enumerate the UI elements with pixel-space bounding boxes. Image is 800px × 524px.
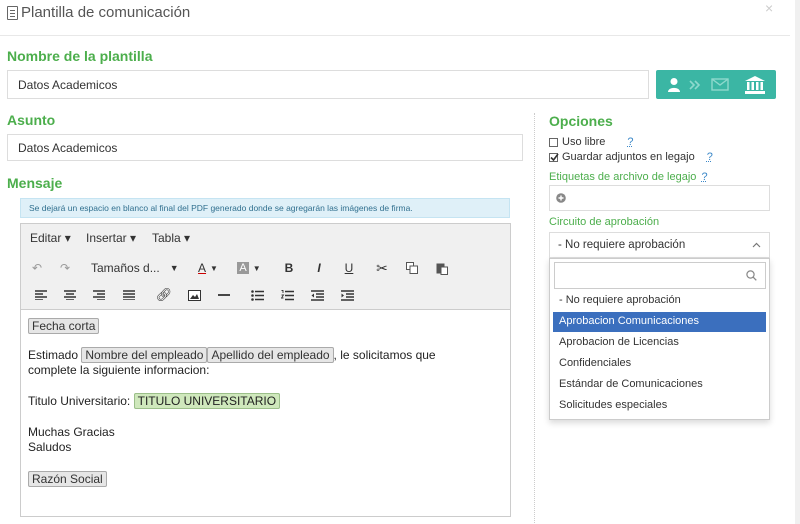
info-notice: Se dejará un espacio en blanco al final … [20, 198, 510, 218]
dialog-title: Plantilla de comunicación [21, 4, 191, 21]
help-icon[interactable]: ? [627, 136, 633, 148]
redo-icon[interactable]: ↷ [55, 258, 75, 278]
bold-icon[interactable]: B [279, 258, 299, 278]
plus-circle-icon[interactable] [556, 193, 566, 203]
numbered-list-icon[interactable] [277, 286, 297, 304]
merge-tag-nombre: Nombre del empleado [81, 347, 208, 363]
dropdown-option[interactable]: Solicitudes especiales [553, 396, 766, 416]
image-icon[interactable] [184, 286, 204, 304]
search-icon [746, 270, 757, 281]
dropdown-option[interactable]: Estándar de Comunicaciones [553, 375, 766, 395]
document-icon [7, 6, 18, 20]
merge-tag-fecha: Fecha corta [28, 318, 100, 334]
copy-icon[interactable] [402, 258, 422, 278]
column-divider [534, 113, 535, 523]
text-color-icon[interactable]: A ▼ [193, 258, 223, 278]
editor-content[interactable]: Fecha corta [28, 317, 100, 335]
cut-icon[interactable]: ✂ [372, 258, 392, 278]
envelope-icon [711, 78, 729, 91]
close-icon[interactable]: × [765, 0, 773, 16]
guardar-adjuntos-row: Guardar adjuntos en legajo ? [549, 151, 713, 163]
bank-icon [745, 75, 765, 94]
content-razon-line: Razón Social [28, 470, 107, 488]
paste-icon[interactable] [432, 258, 452, 278]
content-thanks: Muchas Gracias [28, 425, 115, 439]
template-name-label: Nombre de la plantilla [7, 48, 153, 64]
user-icon [668, 77, 680, 92]
indent-icon[interactable] [337, 286, 357, 304]
circuito-dropdown: - No requiere aprobación Aprobacion Comu… [549, 258, 770, 420]
horizontal-rule-icon[interactable] [214, 286, 234, 304]
help-icon[interactable]: ? [701, 171, 707, 183]
uso-libre-row: Uso libre ? [549, 136, 634, 148]
font-size-select[interactable]: Tamaños d... ▼ [91, 258, 183, 278]
dropdown-option[interactable]: - No requiere aprobación [553, 291, 766, 311]
dialog-title-bar: Plantilla de comunicación × [0, 0, 800, 30]
undo-icon[interactable]: ↶ [27, 258, 47, 278]
dropdown-option[interactable]: Aprobacion Comunicaciones [553, 312, 766, 332]
dropdown-search-input[interactable] [554, 262, 766, 289]
content-saludos: Saludos [28, 440, 72, 454]
divider [0, 35, 790, 36]
menu-tabla[interactable]: Tabla ▾ [152, 231, 190, 245]
template-name-value: Datos Academicos [18, 77, 118, 92]
circuito-selected-value: - No requiere aprobación [558, 239, 686, 251]
dropdown-option[interactable]: Aprobacion de Licencias [553, 333, 766, 353]
align-justify-icon[interactable] [119, 286, 139, 304]
recipients-button[interactable] [656, 70, 776, 99]
message-label: Mensaje [7, 175, 63, 191]
dropdown-option[interactable]: Confidenciales [553, 354, 766, 374]
guardar-adjuntos-label: Guardar adjuntos en legajo [562, 151, 695, 163]
guardar-adjuntos-checkbox[interactable] [549, 152, 559, 162]
align-center-icon[interactable] [60, 286, 80, 304]
uso-libre-checkbox[interactable] [549, 137, 558, 147]
etiquetas-label: Etiquetas de archivo de legajo ? [549, 171, 708, 183]
menu-editar[interactable]: Editar ▾ [30, 231, 71, 245]
etiquetas-input[interactable] [549, 185, 770, 211]
subject-input[interactable]: Datos Academicos [7, 134, 523, 161]
content-titulo-line: Titulo Universitario: TITULO UNIVERSITAR… [28, 393, 281, 409]
circuito-label: Circuito de aprobación [549, 216, 660, 228]
italic-icon[interactable]: I [309, 258, 329, 278]
align-left-icon[interactable] [31, 286, 51, 304]
double-chevron-icon [689, 79, 701, 90]
background-color-icon[interactable]: A ▼ [233, 258, 265, 278]
scrollbar[interactable] [795, 0, 800, 524]
content-line: complete la siguiente informacion: [28, 363, 210, 377]
merge-tag-apellido: Apellido del empleado [207, 347, 334, 363]
subject-value: Datos Academicos [18, 140, 118, 155]
chevron-up-icon [752, 242, 761, 248]
outdent-icon[interactable] [307, 286, 327, 304]
options-label: Opciones [549, 113, 613, 129]
uso-libre-label: Uso libre [562, 136, 606, 148]
menu-insertar[interactable]: Insertar ▾ [86, 231, 136, 245]
content-paragraph: Estimado Nombre del empleado Apellido del… [28, 347, 436, 363]
circuito-select[interactable]: - No requiere aprobación [549, 232, 770, 258]
merge-tag-razon: Razón Social [28, 471, 107, 487]
link-icon[interactable]: 🔗︎ [154, 286, 174, 304]
editor-toolbar: Editar ▾ Insertar ▾ Tabla ▾ ↶ ↷ Tamaños … [21, 224, 510, 310]
underline-icon[interactable]: U [339, 258, 359, 278]
bullet-list-icon[interactable] [247, 286, 267, 304]
subject-label: Asunto [7, 112, 56, 128]
merge-tag-titulo: TITULO UNIVERSITARIO [133, 393, 281, 409]
help-icon[interactable]: ? [707, 151, 713, 163]
template-name-input[interactable]: Datos Academicos [7, 70, 649, 99]
align-right-icon[interactable] [89, 286, 109, 304]
